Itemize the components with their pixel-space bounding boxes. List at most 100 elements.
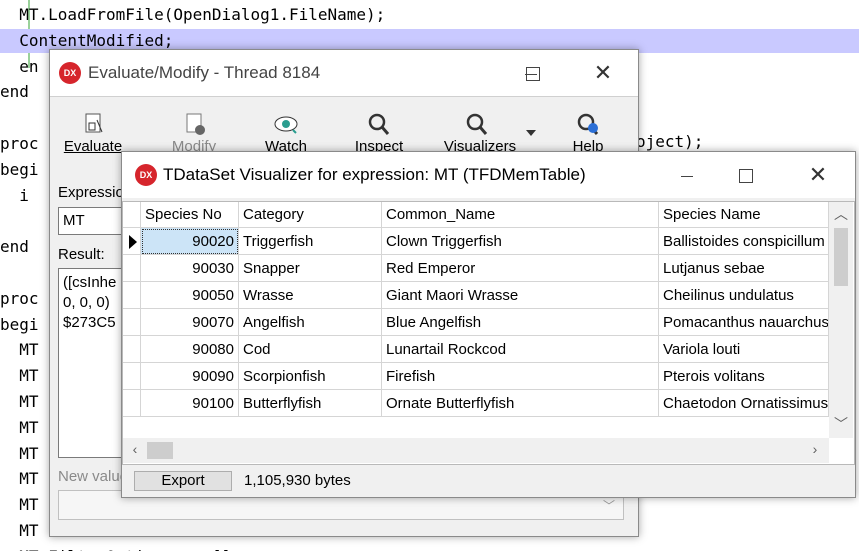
scroll-right-icon[interactable]: › <box>805 441 825 457</box>
code-line: MT <box>0 392 39 411</box>
table-cell[interactable]: Clown Triggerfish <box>382 228 659 255</box>
scroll-up-icon[interactable]: ︿ <box>829 204 853 224</box>
table-cell[interactable]: 90030 <box>141 255 239 282</box>
table-row[interactable]: 90080 Cod Lunartail Rockcod Variola louti <box>123 336 829 363</box>
table-cell[interactable]: Ballistoides conspicillum <box>659 228 829 255</box>
data-grid[interactable]: Species No Category Common_Name Species … <box>122 201 855 465</box>
evaluate-title-bar[interactable]: DX Evaluate/Modify - Thread 8184 ✕ <box>50 50 638 96</box>
inspect-icon <box>368 113 390 135</box>
indicator-header <box>123 202 141 228</box>
table-cell[interactable]: 90080 <box>141 336 239 363</box>
row-indicator[interactable] <box>123 309 141 336</box>
table-cell[interactable]: Blue Angelfish <box>382 309 659 336</box>
evaluate-label: Evaluate <box>63 138 123 155</box>
table-row[interactable]: 90050 Wrasse Giant Maori Wrasse Cheilinus u… <box>123 282 829 309</box>
code-line: MT <box>0 417 39 437</box>
table-cell[interactable]: Lutjanus sebae <box>659 255 829 282</box>
visualizers-icon <box>466 113 488 135</box>
close-icon: ✕ <box>593 60 613 85</box>
table-cell[interactable]: 90100 <box>141 390 239 417</box>
table-cell[interactable]: Snapper <box>239 255 382 282</box>
scroll-down-icon[interactable]: ﹀ <box>829 414 853 434</box>
table-cell[interactable]: Firefish <box>382 363 659 390</box>
scroll-left-icon[interactable]: ‹ <box>125 441 145 457</box>
row-indicator[interactable] <box>123 255 141 282</box>
divider <box>50 96 638 97</box>
table-cell[interactable]: 90020 <box>141 228 239 255</box>
maximize-icon <box>739 169 753 184</box>
chevron-down-icon: ﹀ <box>602 499 615 513</box>
close-button[interactable]: ✕ <box>580 56 626 90</box>
column-header-species-name[interactable]: Species Name <box>659 202 829 228</box>
table-cell[interactable]: Variola louti <box>659 336 829 363</box>
help-icon <box>577 113 599 135</box>
table-cell[interactable]: Red Emperor <box>382 255 659 282</box>
table-cell[interactable]: Cheilinus undulatus <box>659 282 829 309</box>
row-indicator[interactable] <box>123 390 141 417</box>
evaluate-button[interactable]: Evaluate <box>58 108 128 158</box>
table-cell[interactable]: 90090 <box>141 363 239 390</box>
table-cell[interactable]: 90050 <box>141 282 239 309</box>
minimize-icon <box>681 175 693 177</box>
code-line: MT.FilterOptions := []; <box>0 545 241 551</box>
row-indicator[interactable] <box>123 282 141 309</box>
horizontal-scrollbar[interactable]: ‹ › <box>123 438 829 463</box>
table-cell[interactable]: Pomacanthus nauarchus <box>659 309 829 336</box>
code-line: MT <box>0 495 39 515</box>
table-cell[interactable]: Triggerfish <box>239 228 382 255</box>
visualizers-dropdown-icon[interactable] <box>526 130 536 136</box>
code-line: begi <box>0 314 39 334</box>
code-line: begi <box>0 159 39 179</box>
table-cell[interactable]: Ornate Butterflyfish <box>382 390 659 417</box>
evaluate-icon <box>85 113 103 133</box>
app-logo-icon: DX <box>135 164 157 186</box>
table-row[interactable]: 90070 Angelfish Blue Angelfish Pomacanthus … <box>123 309 829 336</box>
code-line: proc <box>0 134 39 153</box>
table-row[interactable]: 90030 Snapper Red Emperor Lutjanus sebae <box>123 255 829 282</box>
vertical-scroll-thumb[interactable] <box>834 228 848 286</box>
maximize-button[interactable] <box>723 158 769 192</box>
table-cell[interactable]: Scorpionfish <box>239 363 382 390</box>
vertical-scrollbar[interactable]: ︿ ﹀ <box>829 202 853 438</box>
visualizer-title-bar[interactable]: DX TDataSet Visualizer for expression: M… <box>122 152 855 198</box>
visualizer-title: TDataSet Visualizer for expression: MT (… <box>163 165 586 184</box>
restore-button[interactable] <box>510 56 556 90</box>
table-cell[interactable]: Butterflyfish <box>239 390 382 417</box>
table-cell[interactable]: Giant Maori Wrasse <box>382 282 659 309</box>
table-cell[interactable]: Pterois volitans <box>659 363 829 390</box>
table-row[interactable]: 90090 Scorpionfish Firefish Pterois volitan… <box>123 363 829 390</box>
row-indicator[interactable] <box>123 363 141 390</box>
result-label: Result: <box>58 246 105 263</box>
close-button[interactable]: ✕ <box>795 158 841 192</box>
data-size-text: 1,105,930 bytes <box>244 472 351 489</box>
table-cell[interactable]: Wrasse <box>239 282 382 309</box>
column-header-species-no[interactable]: Species No <box>141 202 239 228</box>
horizontal-scroll-thumb[interactable] <box>147 442 173 459</box>
column-header-common-name[interactable]: Common_Name <box>382 202 659 228</box>
code-line: MT <box>0 340 39 360</box>
code-line: i <box>0 185 29 205</box>
close-icon: ✕ <box>808 162 828 187</box>
code-line: end <box>0 237 29 257</box>
code-line: en <box>0 56 39 76</box>
code-line: MT <box>0 469 39 489</box>
row-indicator[interactable] <box>123 336 141 363</box>
table-cell[interactable]: Chaetodon Ornatissimus <box>659 390 829 417</box>
table-cell[interactable]: Cod <box>239 336 382 363</box>
export-button[interactable]: Export <box>134 471 232 491</box>
row-indicator[interactable] <box>123 228 141 255</box>
watch-icon <box>274 116 298 134</box>
table-cell[interactable]: Angelfish <box>239 309 382 336</box>
column-header-category[interactable]: Category <box>239 202 382 228</box>
table-cell[interactable]: 90070 <box>141 309 239 336</box>
code-line: end <box>0 82 29 102</box>
minimize-button[interactable] <box>664 158 710 192</box>
table-row[interactable]: 90020 Triggerfish Clown Triggerfish Ballist… <box>123 228 829 255</box>
dataset-visualizer-window: DX TDataSet Visualizer for expression: M… <box>121 151 856 498</box>
code-line: MT <box>0 366 39 386</box>
current-row-arrow-icon <box>129 235 137 249</box>
modify-icon <box>186 113 205 135</box>
code-line: MT <box>0 521 39 540</box>
table-row[interactable]: 90100 Butterflyfish Ornate Butterflyfish Ch… <box>123 390 829 417</box>
table-cell[interactable]: Lunartail Rockcod <box>382 336 659 363</box>
